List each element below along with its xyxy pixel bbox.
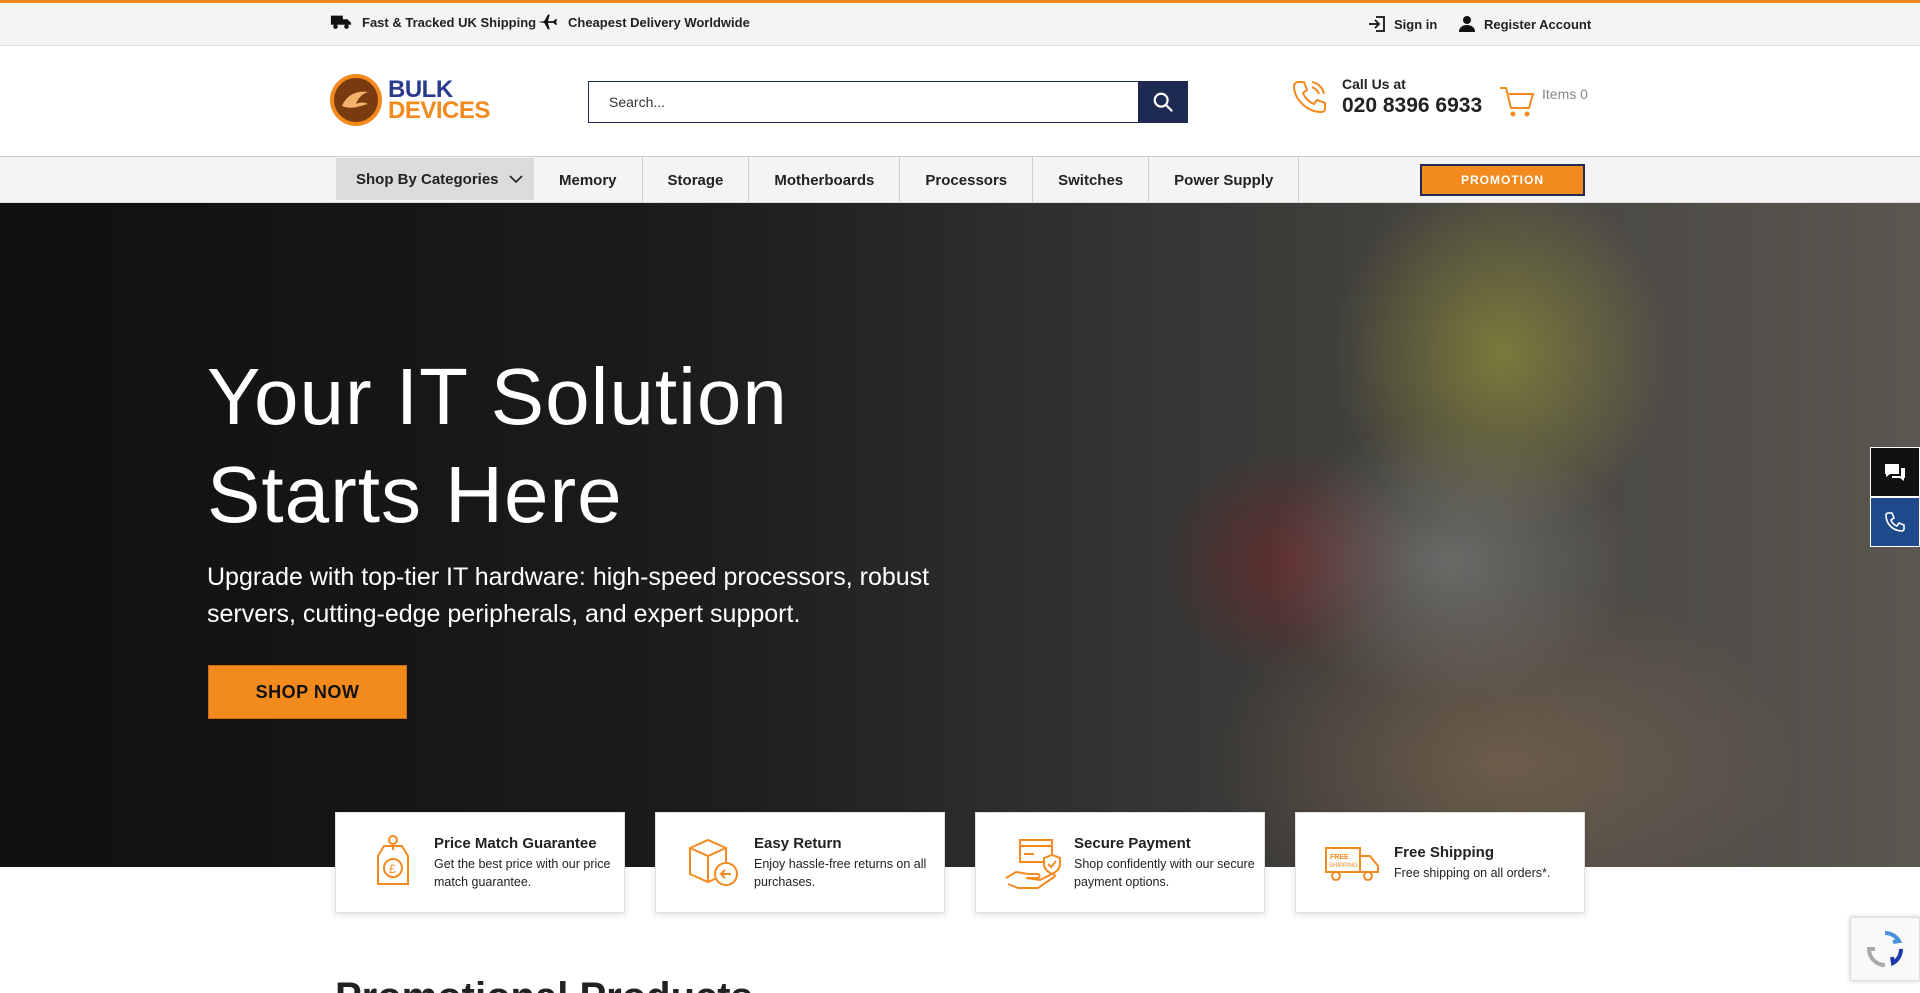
call-us-text: Call Us at 020 8396 6933 (1342, 76, 1482, 118)
sign-in-link[interactable]: Sign in (1368, 15, 1437, 33)
cart-items-label: Items (1542, 86, 1577, 102)
logo-mark-icon (330, 74, 382, 126)
user-icon (1459, 16, 1475, 32)
cart[interactable]: Items 0 (1498, 82, 1588, 120)
chat-widget-button[interactable] (1870, 447, 1920, 497)
search-icon (1153, 92, 1173, 112)
shipping-perk: Fast & Tracked UK Shipping (330, 13, 536, 31)
call-us[interactable]: Call Us at 020 8396 6933 (1288, 76, 1482, 118)
feature-text: Price Match Guarantee Get the best price… (434, 835, 624, 891)
free-shipping-truck-icon: FREE SHIPPING (1325, 846, 1379, 881)
svg-text:FREE: FREE (1330, 854, 1349, 861)
nav-item-motherboards[interactable]: Motherboards (749, 157, 901, 203)
logo-line2: DEVICES (388, 97, 490, 124)
delivery-perk-text: Cheapest Delivery Worldwide (568, 14, 750, 30)
main-nav: Shop By Categories Memory Storage Mother… (0, 157, 1920, 203)
sign-in-icon (1369, 16, 1385, 32)
call-us-number: 020 8396 6933 (1342, 94, 1483, 117)
shop-by-categories-label: Shop By Categories (356, 170, 499, 188)
search-input[interactable] (588, 81, 1138, 123)
register-account-label: Register Account (1484, 16, 1592, 32)
feature-text: Free Shipping Free shipping on all order… (1394, 844, 1550, 882)
feature-card-price-match: £ Price Match Guarantee Get the best pri… (335, 812, 625, 913)
feature-desc: Free shipping on all orders*. (1394, 865, 1551, 880)
feature-title: Easy Return (754, 834, 842, 852)
svg-text:£: £ (389, 862, 396, 876)
feature-title: Price Match Guarantee (434, 834, 597, 852)
feature-card-secure-payment: Secure Payment Shop confidently with our… (975, 812, 1265, 913)
delivery-perk: Cheapest Delivery Worldwide (536, 13, 750, 31)
section-heading: Promotional Products (335, 973, 753, 993)
truck-icon (330, 15, 352, 29)
site-logo[interactable]: BULK DEVICES (328, 72, 504, 128)
search-bar (588, 81, 1188, 123)
recaptcha-badge[interactable] (1850, 917, 1920, 981)
cart-icon (1500, 87, 1535, 117)
price-tag-icon: £ (377, 834, 409, 885)
shop-by-categories-dropdown[interactable]: Shop By Categories (336, 158, 534, 200)
promotion-button[interactable]: PROMOTION (1420, 164, 1585, 196)
phone-widget-button[interactable] (1870, 497, 1920, 547)
search-button[interactable] (1138, 81, 1188, 123)
top-bar: Fast & Tracked UK Shipping Cheapest Deli… (0, 0, 1920, 46)
sign-in-label: Sign in (1394, 16, 1438, 32)
feature-cards: £ Price Match Guarantee Get the best pri… (335, 812, 1585, 913)
nav-item-processors[interactable]: Processors (900, 157, 1034, 203)
chevron-down-icon (508, 175, 523, 184)
cart-items: Items 0 (1542, 86, 1588, 102)
feature-desc: Enjoy hassle-free returns on all purchas… (754, 856, 927, 889)
feature-title: Free Shipping (1394, 843, 1495, 861)
feature-title: Secure Payment (1074, 834, 1191, 852)
feature-desc: Shop confidently with our secure payment… (1074, 856, 1255, 889)
feature-text: Easy Return Enjoy hassle-free returns on… (754, 835, 944, 891)
cart-count: 0 (1580, 86, 1588, 102)
return-box-icon (689, 838, 738, 886)
nav-menu: Memory Storage Motherboards Processors S… (534, 157, 1300, 203)
feature-card-free-shipping: FREE SHIPPING Free Shipping Free shipping… (1295, 812, 1585, 913)
shop-now-button[interactable]: SHOP NOW (208, 665, 407, 719)
register-account-link[interactable]: Register Account (1458, 15, 1591, 33)
feature-desc: Get the best price with our price match … (434, 856, 611, 889)
nav-item-power-supply[interactable]: Power Supply (1149, 157, 1300, 203)
hero-subtitle: Upgrade with top-tier IT hardware: high-… (207, 563, 930, 628)
nav-item-memory[interactable]: Memory (534, 157, 643, 203)
feature-text: Secure Payment Shop confidently with our… (1074, 835, 1264, 891)
hero-title: Your IT Solution Starts Here (207, 352, 788, 539)
secure-payment-icon (1005, 838, 1061, 889)
hero-banner: Your IT Solution Starts Here Upgrade wit… (0, 203, 1920, 867)
phone-icon (1885, 512, 1905, 532)
site-header: BULK DEVICES Call Us at 020 8396 6933 It… (0, 46, 1920, 157)
svg-text:SHIPPING: SHIPPING (1329, 863, 1358, 869)
shipping-perk-text: Fast & Tracked UK Shipping (362, 14, 537, 30)
logo-wordmark: BULK DEVICES (388, 78, 490, 124)
phone-icon (1292, 81, 1326, 114)
nav-item-switches[interactable]: Switches (1033, 157, 1150, 203)
airplane-icon (537, 14, 558, 30)
call-us-label: Call Us at (1342, 76, 1406, 92)
feature-card-easy-return: Easy Return Enjoy hassle-free returns on… (655, 812, 945, 913)
nav-item-storage[interactable]: Storage (643, 157, 750, 203)
recaptcha-icon (1866, 930, 1904, 967)
chat-icon (1885, 464, 1905, 481)
